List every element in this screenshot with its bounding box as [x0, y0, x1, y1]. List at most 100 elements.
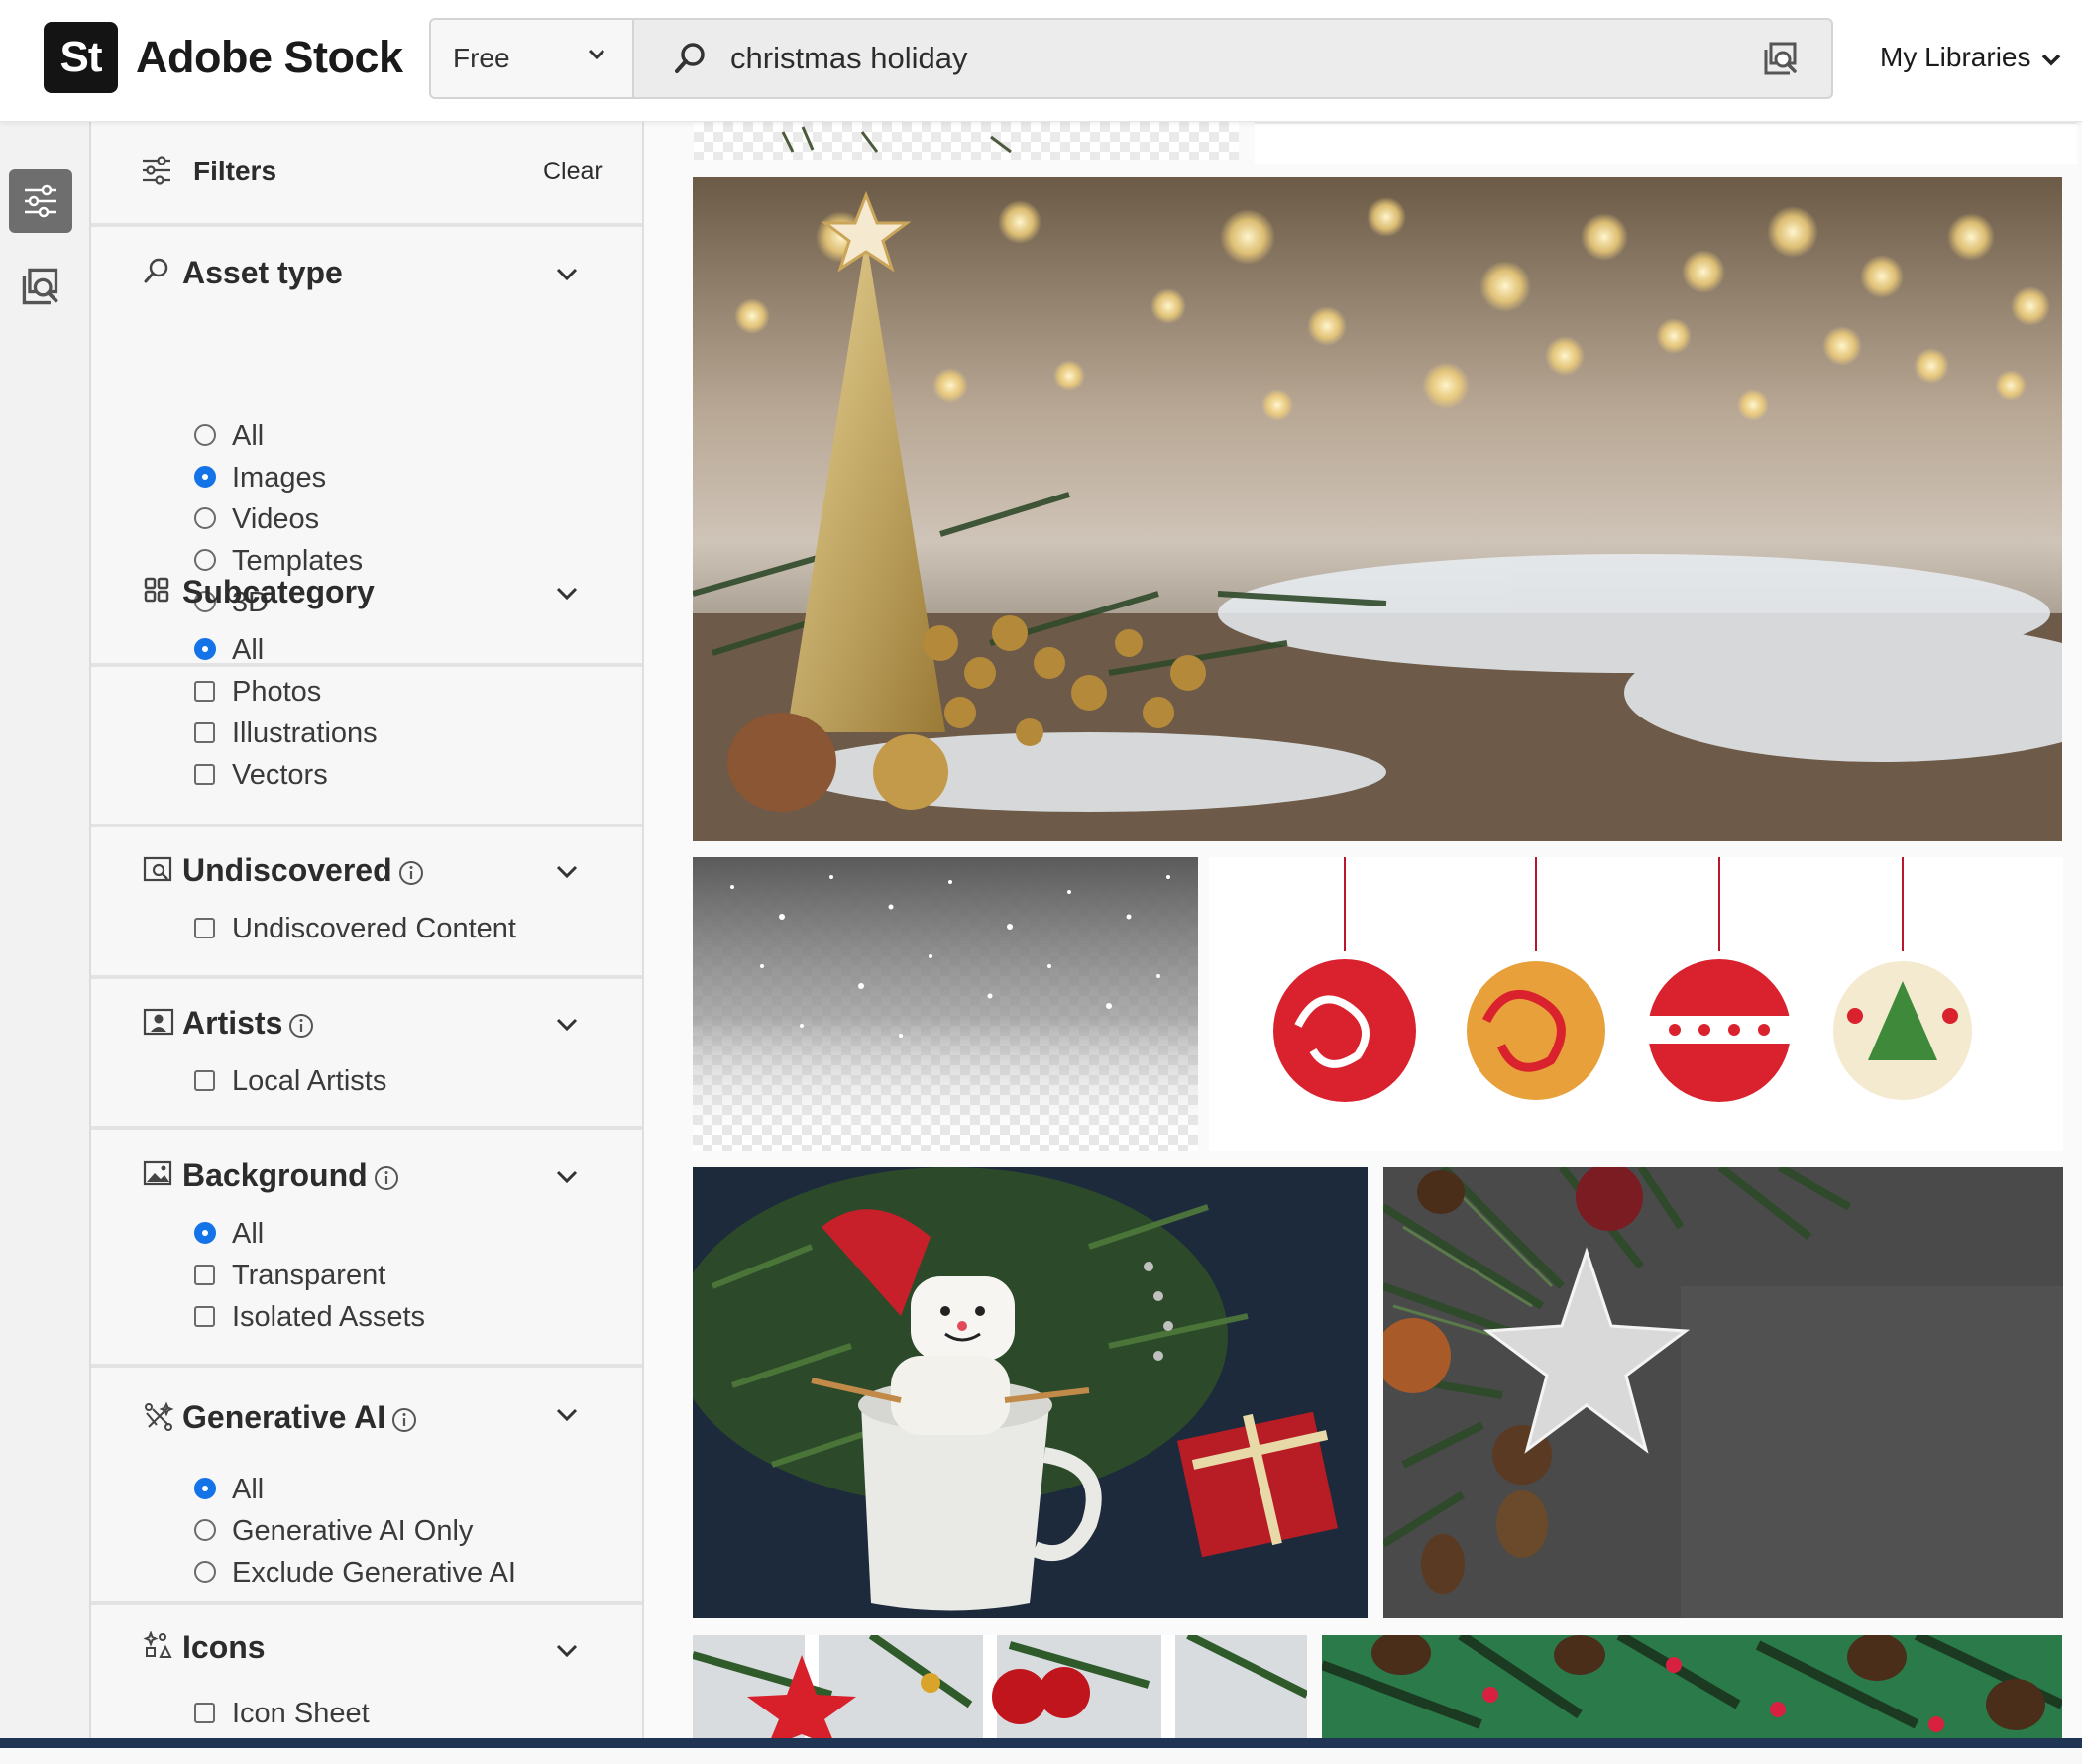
option-label: Photos: [232, 676, 322, 708]
generative-ai-option-exclude[interactable]: Exclude Generative AI: [194, 1554, 516, 1592]
info-icon[interactable]: [398, 860, 424, 886]
red-ornaments-illustration: [1273, 857, 1972, 1102]
option-label: Isolated Assets: [232, 1301, 426, 1333]
option-label: All: [232, 420, 265, 452]
checkbox[interactable]: [194, 680, 215, 702]
chevron-down-icon[interactable]: [555, 586, 579, 602]
subcategory-option-all[interactable]: All: [194, 631, 264, 669]
brand-name[interactable]: Adobe Stock: [136, 30, 403, 85]
option-label: Transparent: [232, 1260, 386, 1291]
partial-result-tile[interactable]: [1255, 122, 2077, 164]
radio-button-selected[interactable]: [194, 1478, 216, 1500]
chevron-down-icon[interactable]: [555, 267, 579, 282]
checkbox[interactable]: [194, 1702, 215, 1723]
subcategory-option-photos[interactable]: Photos: [194, 673, 321, 711]
section-title: Artists: [182, 1001, 314, 1045]
radio-button-selected[interactable]: [194, 1222, 216, 1245]
search-bar: Free: [429, 18, 1833, 99]
filters-title: Filters: [193, 156, 277, 186]
background-section: Background All Transparent Isolated Asse…: [91, 1130, 642, 1368]
filters-toggle-button[interactable]: [9, 169, 72, 233]
info-icon[interactable]: [374, 1165, 399, 1191]
background-option-isolated-assets[interactable]: Isolated Assets: [194, 1298, 425, 1336]
checkbox[interactable]: [194, 1305, 215, 1327]
search-input[interactable]: [730, 20, 1721, 97]
filter-sliders-icon: [25, 184, 56, 218]
asset-type-option-videos[interactable]: Videos: [194, 500, 319, 538]
chevron-down-icon[interactable]: [555, 1407, 579, 1423]
grid-icon: [144, 577, 169, 603]
chevron-down-icon[interactable]: [555, 1169, 579, 1185]
red-star-baubles-photo: [693, 1635, 1307, 1748]
option-label: All: [232, 1218, 265, 1250]
background-option-transparent[interactable]: Transparent: [194, 1257, 385, 1294]
undiscovered-content-option[interactable]: Undiscovered Content: [194, 910, 516, 947]
radio-button[interactable]: [194, 1561, 216, 1584]
result-tile-silver-star[interactable]: [1383, 1167, 2063, 1618]
checkbox[interactable]: [194, 1264, 215, 1285]
asset-type-option-all[interactable]: All: [194, 417, 264, 455]
gold-christmas-tree-photo: [693, 177, 2062, 841]
checkbox[interactable]: [194, 1069, 215, 1091]
artist-portrait-icon: [143, 1008, 174, 1036]
option-label: Generative AI Only: [232, 1515, 474, 1547]
artists-section: Artists Local Artists: [91, 977, 642, 1130]
option-label: Images: [232, 462, 327, 494]
generative-ai-icon: [145, 1401, 174, 1431]
subcategory-option-vectors[interactable]: Vectors: [194, 756, 328, 794]
fir-branches-pinecones-photo: [1322, 1635, 2062, 1748]
result-tile-snow-overlay[interactable]: [693, 857, 1198, 1151]
section-title: Subcategory: [182, 574, 375, 609]
result-tile-ornaments[interactable]: [1209, 857, 2063, 1151]
partial-result-tile[interactable]: [694, 122, 1239, 160]
result-tile-gold-tree[interactable]: [693, 177, 2062, 841]
info-icon[interactable]: [391, 1407, 417, 1433]
my-libraries-menu[interactable]: My Libraries: [1880, 38, 2062, 77]
checkbox[interactable]: [194, 721, 215, 743]
filters-header: Filters Clear: [91, 122, 642, 227]
section-title: Asset type: [182, 255, 343, 290]
chevron-down-icon: [588, 49, 605, 60]
chevron-down-icon[interactable]: [555, 1643, 579, 1659]
checkbox[interactable]: [194, 763, 215, 785]
local-artists-option[interactable]: Local Artists: [194, 1062, 386, 1100]
radio-button[interactable]: [194, 424, 216, 447]
option-label: Undiscovered Content: [232, 913, 516, 944]
results-grid: [644, 122, 2082, 1748]
asset-type-option-images[interactable]: Images: [194, 459, 326, 496]
option-label: Exclude Generative AI: [232, 1557, 516, 1589]
radio-button-selected[interactable]: [194, 638, 216, 661]
chevron-down-icon: [2042, 54, 2061, 66]
icon-sheet-option[interactable]: Icon Sheet: [194, 1695, 370, 1732]
chevron-down-icon[interactable]: [555, 1017, 579, 1033]
search-type-dropdown[interactable]: Free: [431, 20, 634, 97]
my-libraries-label: My Libraries: [1880, 42, 2031, 72]
result-tile-fir-green[interactable]: [1322, 1635, 2062, 1748]
visual-search-icon[interactable]: [1762, 40, 1800, 77]
clear-filters-link[interactable]: Clear: [543, 158, 603, 186]
result-tile-red-star[interactable]: [693, 1635, 1307, 1748]
icons-sparkle-icon: [143, 1631, 172, 1658]
radio-button[interactable]: [194, 507, 216, 530]
checkbox[interactable]: [194, 917, 215, 938]
falling-snow-overlay-image: [693, 857, 1198, 1151]
generative-ai-section: Generative AI All Generative AI Only Exc…: [91, 1366, 642, 1605]
subcategory-section: Subcategory All Photos Illustrations Vec…: [91, 546, 642, 827]
search-icon: [144, 258, 168, 283]
chevron-down-icon[interactable]: [555, 864, 579, 880]
visual-search-icon[interactable]: [20, 266, 61, 307]
generative-ai-option-only[interactable]: Generative AI Only: [194, 1512, 473, 1550]
search-type-label: Free: [453, 43, 510, 73]
radio-button[interactable]: [194, 1519, 216, 1542]
background-option-all[interactable]: All: [194, 1215, 264, 1253]
subcategory-option-illustrations[interactable]: Illustrations: [194, 715, 378, 752]
fir-sprig-image: [781, 126, 1012, 154]
top-header: St Adobe Stock Free My Libraries: [0, 0, 2082, 122]
result-tile-marshmallow[interactable]: [693, 1167, 1368, 1618]
radio-button-selected[interactable]: [194, 466, 216, 489]
section-title: Icons: [182, 1629, 266, 1665]
adobe-stock-logo[interactable]: St: [44, 22, 118, 93]
bottom-bar: [0, 1738, 2082, 1748]
info-icon[interactable]: [288, 1013, 314, 1039]
generative-ai-option-all[interactable]: All: [194, 1471, 264, 1508]
